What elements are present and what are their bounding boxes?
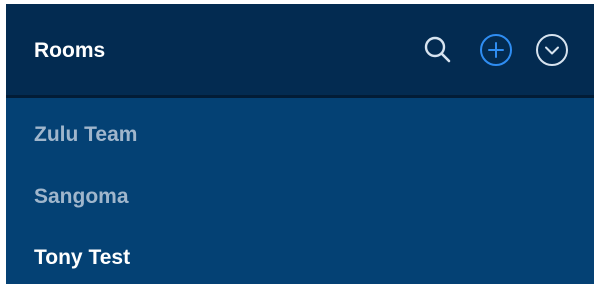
panel-title: Rooms (34, 39, 106, 62)
rooms-panel: Rooms Zulu Team Sangoma Tony Test (6, 4, 594, 284)
search-button[interactable] (420, 32, 456, 68)
add-circle-icon (478, 32, 514, 68)
search-icon (420, 32, 456, 68)
add-room-button[interactable] (478, 32, 514, 68)
room-item-tony-test[interactable]: Tony Test (34, 245, 130, 271)
collapse-dropdown-button[interactable] (534, 32, 570, 68)
rooms-header: Rooms (6, 4, 594, 98)
room-item-zulu-team[interactable]: Zulu Team (34, 122, 137, 148)
room-item-sangoma[interactable]: Sangoma (34, 184, 129, 210)
chevron-down-circle-icon (534, 32, 570, 68)
